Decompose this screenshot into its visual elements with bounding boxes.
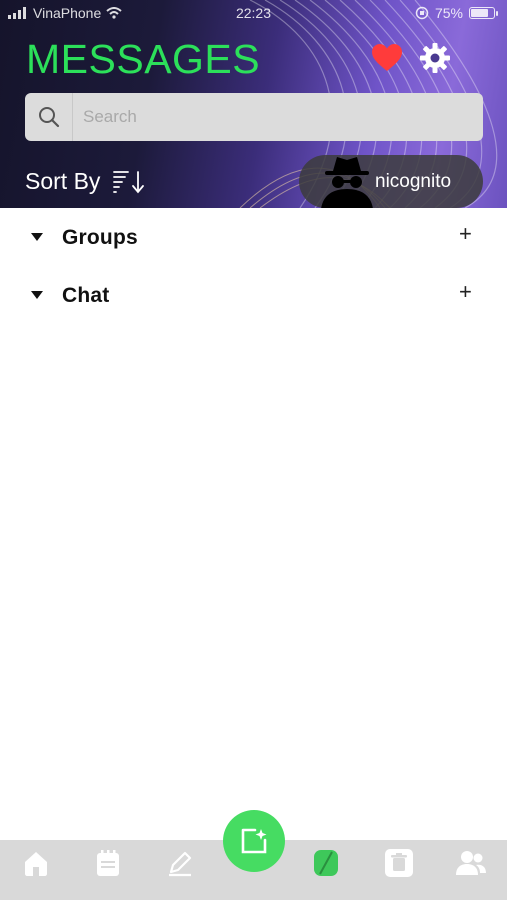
username-label: nicognito (375, 171, 452, 192)
collapse-triangle-icon[interactable] (31, 291, 43, 299)
heart-icon[interactable] (372, 44, 402, 72)
sort-by-label: Sort By (25, 168, 101, 194)
groups-section-header[interactable]: Groups + (0, 209, 507, 267)
battery-percent: 75% (434, 5, 463, 21)
groups-section-label: Groups (62, 226, 138, 249)
messages-screen: VinaPhone 22:23 75% MESSAGES Search Sort… (0, 0, 507, 900)
trash-icon[interactable] (383, 847, 415, 879)
battery-icon (469, 7, 498, 19)
header: VinaPhone 22:23 75% MESSAGES Search Sort… (0, 0, 507, 208)
add-group-button[interactable]: + (459, 223, 472, 245)
search-icon (25, 93, 73, 141)
search-bar[interactable] (25, 93, 483, 141)
chat-tab-icon[interactable] (310, 847, 342, 879)
gear-icon[interactable] (420, 43, 450, 73)
chat-section-header[interactable]: Chat + (0, 267, 507, 325)
page-title: MESSAGES (26, 36, 261, 82)
incognito-avatar (321, 157, 373, 208)
user-account-chip[interactable]: nicognito (299, 155, 483, 208)
sort-by-button[interactable]: Sort By (25, 168, 146, 195)
add-chat-button[interactable]: + (459, 281, 472, 303)
contacts-icon[interactable] (455, 847, 487, 879)
home-icon[interactable] (20, 847, 52, 879)
edit-icon[interactable] (164, 847, 196, 879)
search-input[interactable] (73, 107, 453, 127)
orientation-lock-icon (415, 6, 429, 20)
notes-icon[interactable] (92, 847, 124, 879)
sort-icon (113, 170, 145, 193)
compose-icon[interactable] (223, 810, 285, 872)
status-bar: VinaPhone 22:23 75% (0, 0, 507, 28)
chat-section-label: Chat (62, 284, 110, 307)
collapse-triangle-icon[interactable] (31, 233, 43, 241)
